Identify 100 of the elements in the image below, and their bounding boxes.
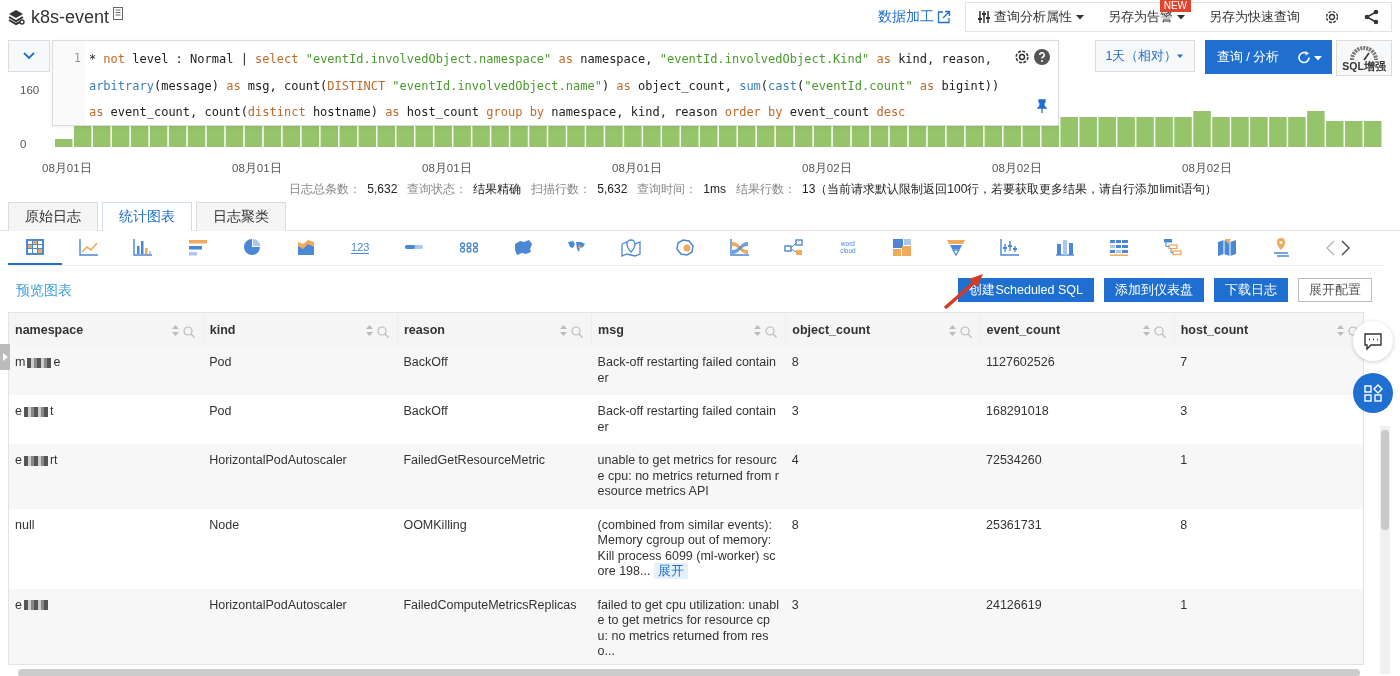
sort-icon[interactable] — [170, 324, 180, 337]
column-header[interactable]: msg — [591, 313, 786, 346]
table-cell: 25361731 — [980, 508, 1175, 589]
table-cell: 3 — [785, 588, 980, 664]
chevron-right-icon[interactable] — [1339, 240, 1351, 256]
caret-icon — [1177, 53, 1184, 59]
collapse-button[interactable] — [8, 40, 50, 72]
histogram-bar — [1212, 117, 1230, 147]
line-number: 1 — [52, 41, 85, 125]
action-button[interactable]: 展开配置 — [1298, 278, 1372, 302]
sql-enhance-button[interactable]: SQL增强 — [1336, 40, 1392, 76]
redaction-mark — [23, 406, 48, 417]
column-header[interactable]: namespace — [9, 313, 204, 346]
sort-icon[interactable] — [1336, 324, 1345, 337]
panel-toggle-handle[interactable] — [0, 344, 10, 370]
view-tab[interactable]: 统计图表 — [102, 202, 192, 231]
time-range-dropdown[interactable]: 1天（相对） — [1094, 40, 1195, 72]
horizontal-bar-icon — [187, 237, 208, 257]
table-cell: HorizontalPodAutoscaler — [203, 444, 398, 509]
table-cell: null — [9, 508, 204, 589]
node-graph-icon — [783, 237, 804, 257]
histogram-bar — [1307, 111, 1325, 147]
share-icon — [1364, 9, 1379, 25]
histogram-bar — [1231, 117, 1249, 147]
table-cell: e rt — [9, 444, 204, 509]
column-chart-icon — [1054, 237, 1075, 257]
line-chart-icon — [79, 237, 100, 257]
redaction-mark — [27, 357, 52, 368]
table-cell: OOMKilling — [397, 508, 592, 589]
histogram-bar — [1098, 117, 1116, 147]
search-icon[interactable] — [1153, 326, 1166, 338]
column-header[interactable]: kind — [203, 313, 398, 346]
histogram-bar — [1364, 121, 1382, 147]
sort-icon[interactable] — [753, 324, 763, 337]
action-button[interactable]: 创建Scheduled SQL — [958, 278, 1094, 302]
data-processing-link[interactable]: 数据加工 — [878, 8, 951, 26]
histogram-bar — [1269, 117, 1287, 147]
vertical-scrollbar[interactable] — [1380, 426, 1390, 674]
stat-label: 查询时间： — [637, 180, 698, 198]
table-cell: 1127602526 — [980, 346, 1175, 395]
table-cell: FailedComputeMetricsReplicas — [397, 588, 592, 664]
chart-type-tab[interactable]: 123 — [333, 231, 388, 265]
map-icon — [512, 237, 533, 257]
search-icon[interactable] — [182, 326, 195, 338]
histogram-bar — [1193, 111, 1211, 147]
apps-button[interactable] — [1353, 373, 1393, 413]
view-tab[interactable]: 日志聚类 — [196, 202, 286, 231]
gauge-icon — [1349, 44, 1380, 61]
settings-icon[interactable] — [1013, 49, 1030, 65]
document-icon[interactable] — [112, 6, 125, 21]
table-cell: 8 — [785, 346, 980, 395]
table-cell: Pod — [203, 346, 398, 395]
sort-icon[interactable] — [364, 324, 374, 337]
search-icon[interactable] — [571, 326, 584, 338]
histogram-bar — [1079, 117, 1097, 147]
axis-label: 08月01日 — [612, 161, 662, 176]
table-cell: FailedGetResourceMetric — [397, 444, 592, 509]
stat-value: 5,632 — [367, 182, 398, 196]
table-cell: 1 — [1174, 588, 1363, 664]
feedback-button[interactable] — [1353, 321, 1393, 361]
table-cell: 3 — [1174, 395, 1363, 444]
table-cell: m e — [9, 346, 204, 395]
column-header[interactable]: reason — [397, 313, 592, 346]
column-header[interactable]: host_count — [1174, 313, 1363, 346]
external-link-icon — [937, 10, 951, 24]
view-tab[interactable]: 原始日志 — [8, 202, 98, 231]
action-button[interactable]: 添加到仪表盘 — [1104, 278, 1204, 302]
preview-chart-title: 预览图表 — [16, 282, 73, 300]
stat-value: 1ms — [703, 182, 726, 196]
table-cell: (combined from similar events): Memory cgroup out of memory: Kill process 6099 (ml-worker) score 198... 展开 — [591, 508, 786, 589]
axis-label: 08月02日 — [1182, 161, 1232, 176]
expand-link[interactable]: 展开 — [654, 563, 689, 579]
funnel-icon — [946, 237, 967, 257]
caret-icon — [1076, 14, 1084, 20]
query-line: * not level : Normal | select "eventId.involvedObject.namespace" as namespace, "eventId.involvedObject.Kind" as kind, reason, — [88, 51, 993, 68]
sort-icon[interactable] — [1141, 324, 1151, 337]
box-plot-icon — [1000, 237, 1021, 257]
stat-value: 结果精确 — [473, 180, 522, 198]
table-cell: BackOff — [397, 395, 592, 444]
search-icon[interactable] — [376, 326, 389, 338]
sort-icon[interactable] — [559, 324, 569, 337]
location-pin-icon — [1271, 237, 1292, 257]
query-editor[interactable] — [51, 40, 1059, 126]
sort-icon[interactable] — [947, 324, 957, 337]
action-button[interactable]: 下载日志 — [1214, 278, 1288, 302]
table-cell: 72534260 — [980, 444, 1175, 509]
column-header[interactable]: object_count — [785, 313, 980, 346]
query-analyze-button[interactable]: 查询 / 分析 — [1204, 40, 1333, 74]
search-icon[interactable] — [765, 326, 778, 338]
help-icon[interactable] — [1033, 49, 1050, 65]
table-cell: Back-off restarting failed container — [591, 395, 786, 444]
area-chart-icon — [296, 237, 317, 257]
horizontal-scrollbar[interactable] — [18, 669, 1360, 676]
search-icon[interactable] — [959, 326, 972, 338]
refresh-icon — [1297, 50, 1323, 64]
pin-icon[interactable] — [1035, 99, 1048, 113]
chevron-down-icon — [22, 52, 35, 60]
histogram-bar — [1345, 121, 1363, 147]
column-header[interactable]: event_count — [980, 313, 1175, 346]
bubble-map-icon — [675, 237, 696, 257]
